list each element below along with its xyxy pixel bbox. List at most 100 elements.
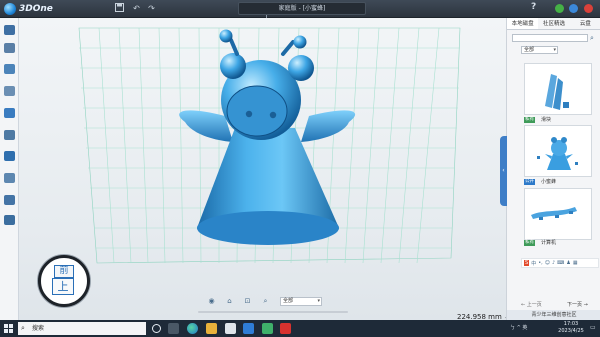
model-card-bee[interactable]: [524, 125, 592, 177]
clock-date: 2023/4/25: [558, 328, 584, 334]
minimize-button[interactable]: [555, 4, 564, 13]
model-card-computer[interactable]: [524, 188, 592, 240]
taskbar-clock[interactable]: 17:03 2023/4/25: [556, 321, 586, 335]
windows-start-icon[interactable]: [4, 324, 13, 333]
right-eye: [269, 111, 277, 119]
resource-library-panel: ‹ 本地磁盘 社区精选 云盘 ⌕ 全部 ▾ 私有 滑块 公开 小蜜蜂 私有 计算…: [500, 18, 600, 320]
left-toolbar: [0, 18, 19, 320]
library-filter-select[interactable]: 全部 ▾: [521, 46, 558, 54]
wps-icon[interactable]: [280, 323, 291, 334]
file-explorer-icon[interactable]: [206, 323, 217, 334]
3d-viewport[interactable]: [19, 18, 506, 320]
chevron-down-icon: ▾: [317, 298, 320, 304]
tab-cloud[interactable]: 云盘: [570, 18, 600, 29]
app-logo[interactable]: 3DOne: [4, 3, 53, 15]
taskbar-search-placeholder: 搜索: [32, 325, 45, 332]
community-link[interactable]: 青少年三维创意社区: [507, 310, 600, 320]
slider-thumbnail: [545, 74, 569, 110]
panel-tabs: 本地磁盘 社区精选 云盘: [507, 18, 600, 30]
view-toolbar: ◉ ⌂ ⊡ ⌕: [207, 297, 270, 305]
scene-canvas: [78, 27, 461, 264]
view-cube[interactable]: 前 上: [38, 255, 90, 307]
ime-emoji-icon[interactable]: ☺: [545, 260, 550, 266]
ime-voice-icon[interactable]: ♪: [552, 260, 555, 266]
title-bar: 3DOne ↶ ↷ 家庭版 - [小蜜蜂] ?: [0, 0, 600, 18]
search-icon[interactable]: ⌕: [590, 34, 598, 42]
card-title: 小蜜蜂: [541, 179, 557, 185]
left-eye: [245, 110, 253, 118]
render-mode-select[interactable]: 全部 ▾: [280, 297, 322, 306]
card-title: 计算机: [541, 240, 557, 246]
feature-tool-icon[interactable]: [4, 86, 15, 96]
card-title: 滑块: [541, 117, 552, 123]
special-tool-icon[interactable]: [4, 173, 15, 183]
ime-skin-icon[interactable]: ♟: [566, 260, 570, 266]
combine-tool-icon[interactable]: [4, 108, 15, 118]
ime-logo-icon[interactable]: S: [524, 260, 530, 266]
search-icon: ⌕: [21, 324, 25, 332]
app-name: 3DOne: [19, 4, 53, 14]
tab-community[interactable]: 社区精选: [538, 18, 569, 29]
view-home-icon[interactable]: ⌂: [225, 297, 234, 305]
tab-local-disk[interactable]: 本地磁盘: [507, 18, 539, 29]
help-button[interactable]: ?: [531, 2, 536, 12]
right-wing: [301, 110, 356, 142]
ime-tools-icon[interactable]: ▦: [573, 260, 578, 266]
prev-page-button[interactable]: ← 上一页: [521, 301, 542, 309]
card-badge: 私有: [524, 117, 535, 123]
view-cube-front-face[interactable]: 上: [52, 278, 74, 295]
body-base: [197, 211, 339, 245]
notification-icon[interactable]: ▭: [590, 324, 598, 333]
panel-collapse-button[interactable]: ‹: [500, 136, 507, 206]
clock-time: 17:03: [563, 321, 579, 327]
left-ear: [220, 53, 246, 79]
window-title: 家庭版 - [小蜜蜂]: [238, 2, 366, 15]
horizontal-scrollbar[interactable]: [198, 311, 348, 313]
render-mode-value: 全部: [283, 298, 294, 304]
task-view-icon[interactable]: [152, 324, 161, 333]
library-pager: ← 上一页 下一页 →: [507, 301, 600, 309]
system-tray[interactable]: ㄅ ^ 英: [510, 324, 527, 331]
bee-thumbnail: [537, 137, 578, 170]
pattern-tool-icon[interactable]: [4, 151, 15, 161]
next-page-button[interactable]: 下一页 →: [567, 301, 588, 309]
windows-taskbar: ⌕ 搜索 ㄅ ^ 英 17:03 2023/4/25 ▭: [0, 320, 600, 337]
transform-tool-icon[interactable]: [4, 130, 15, 140]
right-ear: [288, 55, 314, 81]
library-search-input[interactable]: [512, 34, 588, 42]
logo-icon: [4, 3, 16, 15]
ime-keyboard-icon[interactable]: ⌨: [557, 260, 564, 266]
taskbar-search[interactable]: ⌕ 搜索: [18, 322, 146, 335]
card-badge: 公开: [524, 179, 535, 185]
left-antenna-ball: [219, 29, 233, 43]
maximize-button[interactable]: [569, 4, 578, 13]
card-badge: 私有: [524, 240, 535, 246]
face-ring: [226, 85, 288, 137]
view-orient-icon[interactable]: ◉: [207, 297, 216, 305]
measure-tool-icon[interactable]: [4, 195, 15, 205]
ime-punct-icon[interactable]: •,: [538, 260, 543, 266]
material-tool-icon[interactable]: [4, 215, 15, 225]
right-antenna-ball: [293, 35, 307, 49]
zoom-fit-icon[interactable]: ⊡: [243, 297, 252, 305]
store-icon[interactable]: [225, 323, 236, 334]
zoom-search-icon[interactable]: ⌕: [261, 297, 270, 305]
close-button[interactable]: [584, 4, 593, 13]
input-method-bar[interactable]: S 中 •, ☺ ♪ ⌨ ♟ ▦: [521, 258, 599, 268]
sketch-tool-icon[interactable]: [4, 43, 15, 53]
edge-browser-icon[interactable]: [187, 323, 198, 334]
3done-taskbar-icon[interactable]: [262, 323, 273, 334]
computer-thumbnail: [531, 207, 577, 220]
edit-sketch-tool-icon[interactable]: [4, 64, 15, 74]
save-icon[interactable]: [114, 3, 125, 14]
view-cube-top-face[interactable]: 前: [54, 265, 74, 278]
ime-lang-icon[interactable]: 中: [531, 260, 536, 267]
filter-value: 全部: [524, 47, 535, 53]
chevron-down-icon: ▾: [553, 47, 556, 53]
redo-icon[interactable]: ↷: [146, 3, 157, 14]
undo-icon[interactable]: ↶: [131, 3, 142, 14]
widgets-icon[interactable]: [168, 323, 179, 334]
model-card-slider[interactable]: [524, 63, 592, 115]
basic-solid-tool-icon[interactable]: [4, 25, 15, 35]
mail-icon[interactable]: [243, 323, 254, 334]
